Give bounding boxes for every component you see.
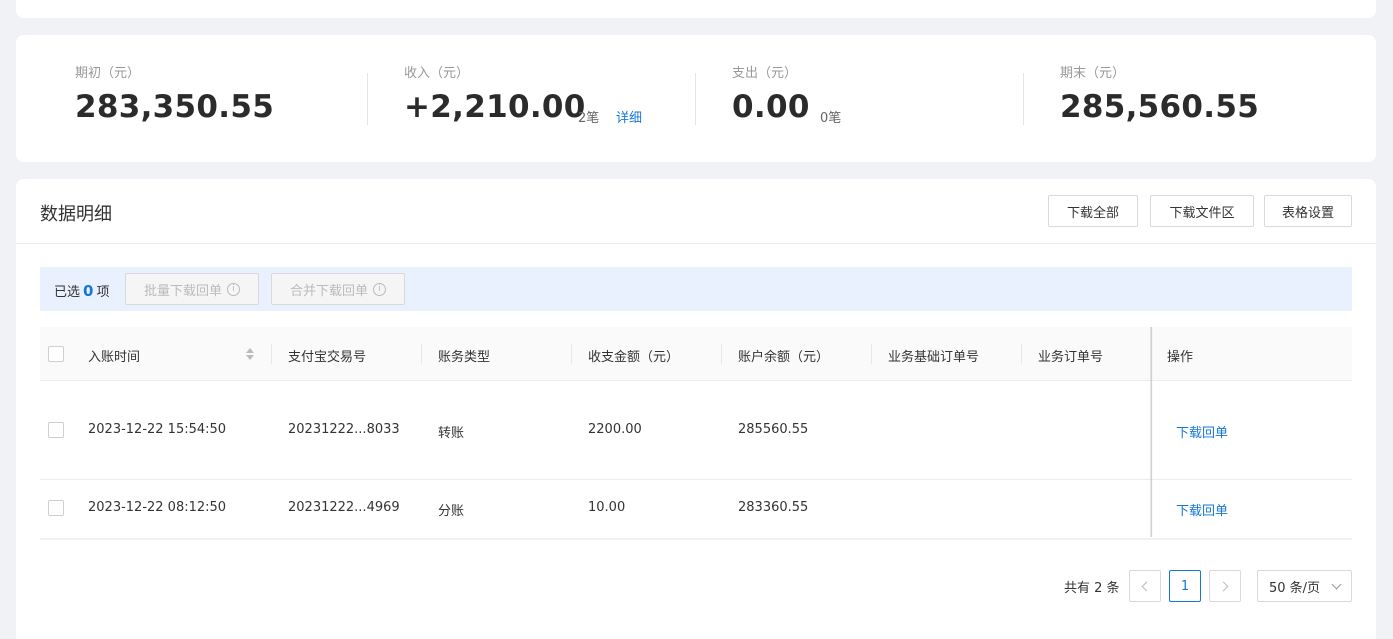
column-header: 业务基础订单号	[888, 350, 980, 365]
horizontal-scrollbar[interactable]	[40, 538, 1352, 540]
column-separator	[421, 344, 422, 364]
expense-value: 0.00	[732, 89, 810, 125]
info-icon: i	[373, 282, 386, 296]
entry-time: 2023-12-22 15:54:50	[88, 422, 227, 437]
fixed-column-shadow	[1150, 327, 1153, 537]
income-value: +2,210.00	[404, 89, 586, 125]
amount: 10.00	[588, 500, 626, 515]
opening-value: 283,350.55	[75, 89, 275, 125]
chevron-down-icon	[1331, 579, 1342, 590]
column-separator	[271, 344, 272, 364]
expense-count: 0笔	[820, 111, 842, 126]
divider	[1023, 73, 1024, 125]
column-separator	[1021, 344, 1022, 364]
page-title: 数据明细	[40, 204, 112, 225]
next-page-button[interactable]	[1209, 570, 1241, 602]
row-checkbox[interactable]	[48, 500, 64, 516]
table-settings-button[interactable]: 表格设置	[1264, 195, 1352, 227]
transaction-type: 转账	[438, 426, 465, 441]
sort-icon[interactable]	[246, 347, 254, 361]
expense-label: 支出（元）	[732, 66, 798, 81]
column-header: 收支金额（元）	[588, 350, 680, 365]
summary-card: 期初（元） 283,350.55 收入（元） +2,210.00 2笔 详细 支…	[16, 35, 1376, 162]
total-count: 共有 2 条	[1064, 581, 1120, 596]
income-detail-link[interactable]: 详细	[616, 107, 642, 126]
opening-label: 期初（元）	[75, 66, 141, 81]
select-all-checkbox[interactable]	[48, 346, 64, 362]
detail-card: 数据明细 下载全部 下载文件区 表格设置 已选 0 项 批量下载回单 i 合并下载回…	[16, 179, 1376, 639]
transaction-type: 分账	[438, 504, 465, 519]
table-row: 2023-12-22 08:12:50 20231222...4969 分账 1…	[40, 480, 1352, 538]
info-icon: i	[227, 282, 240, 296]
balance: 283360.55	[738, 500, 809, 515]
data-table: 入账时间 支付宝交易号 账务类型 收支金额（元） 账户余额（元） 业务基础订单号…	[40, 327, 1352, 540]
top-card	[16, 0, 1376, 18]
income-count: 2笔	[578, 111, 600, 126]
chevron-right-icon	[1218, 581, 1229, 591]
merge-download-label: 合并下载回单	[289, 283, 368, 299]
column-separator	[571, 344, 572, 364]
divider	[695, 73, 696, 125]
download-all-button[interactable]: 下载全部	[1048, 195, 1138, 227]
column-header: 业务订单号	[1038, 350, 1104, 365]
selected-number: 0	[83, 282, 94, 300]
page-size-value: 50 条/页	[1269, 580, 1321, 596]
column-separator	[721, 344, 722, 364]
column-header: 账户余额（元）	[738, 350, 830, 365]
download-receipt-link[interactable]: 下载回单	[1176, 500, 1228, 519]
page-size-select[interactable]: 50 条/页	[1257, 570, 1352, 602]
prev-page-button[interactable]	[1129, 570, 1161, 602]
income-label: 收入（元）	[404, 66, 470, 81]
column-header: 账务类型	[438, 350, 491, 365]
download-receipt-link[interactable]: 下载回单	[1176, 422, 1228, 441]
balance: 285560.55	[738, 422, 809, 437]
closing-label: 期末（元）	[1060, 66, 1126, 81]
table-header: 入账时间 支付宝交易号 账务类型 收支金额（元） 账户余额（元） 业务基础订单号…	[40, 327, 1352, 381]
column-header: 支付宝交易号	[288, 350, 367, 365]
selection-suffix: 项	[96, 285, 110, 300]
selection-count: 已选 0 项	[54, 281, 109, 300]
divider	[367, 73, 368, 125]
header-divider	[16, 243, 1376, 244]
trade-number: 20231222...4969	[288, 500, 400, 515]
download-files-button[interactable]: 下载文件区	[1150, 195, 1254, 227]
batch-download-label: 批量下载回单	[143, 283, 222, 299]
selection-prefix: 已选	[54, 285, 81, 300]
chevron-left-icon	[1141, 581, 1152, 591]
selection-bar: 已选 0 项 批量下载回单 i 合并下载回单 i	[40, 267, 1352, 311]
batch-download-button[interactable]: 批量下载回单 i	[125, 273, 259, 305]
page-number-button[interactable]: 1	[1169, 570, 1201, 602]
row-checkbox[interactable]	[48, 422, 64, 438]
merge-download-button[interactable]: 合并下载回单 i	[271, 273, 405, 305]
closing-value: 285,560.55	[1060, 89, 1260, 125]
column-header: 入账时间	[88, 350, 141, 365]
trade-number: 20231222...8033	[288, 422, 400, 437]
table-row: 2023-12-22 15:54:50 20231222...8033 转账 2…	[40, 381, 1352, 480]
column-separator	[871, 344, 872, 364]
amount: 2200.00	[588, 422, 642, 437]
column-header: 操作	[1167, 350, 1194, 365]
entry-time: 2023-12-22 08:12:50	[88, 500, 227, 515]
